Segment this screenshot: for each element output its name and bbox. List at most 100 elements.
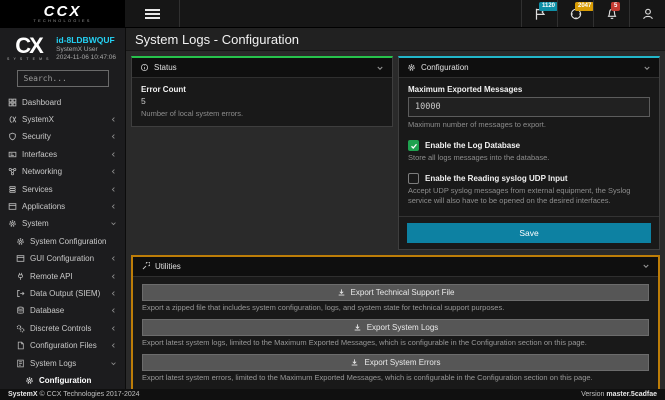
- sidebar-item-remote-api[interactable]: Remote API: [0, 267, 125, 284]
- sidebar-item-system-configuration[interactable]: System Configuration: [0, 233, 125, 250]
- chevron-left-icon: [111, 343, 115, 348]
- sidebar-item-system[interactable]: System: [0, 215, 125, 232]
- menu-toggle-button[interactable]: [125, 0, 180, 27]
- download-icon: [354, 323, 361, 330]
- util-button-label: Export Technical Support File: [350, 287, 455, 297]
- sidebar-item-discrete-controls[interactable]: Discrete Controls: [0, 320, 125, 337]
- brand-logo-subtitle: TECHNOLOGIES: [33, 17, 92, 23]
- sidebar-item-database[interactable]: Database: [0, 302, 125, 319]
- chevron-left-icon: [111, 186, 115, 192]
- sidebar-item-data-output-siem[interactable]: Data Output (SIEM): [0, 285, 125, 302]
- footer-copyright: SystemX © CCX Technologies 2017-2024: [8, 391, 140, 398]
- sidebar-item-systemx[interactable]: SystemX: [0, 111, 125, 128]
- export-system-errors-button[interactable]: Export System Errors: [142, 353, 649, 371]
- sidebar-item-applications[interactable]: Applications: [0, 198, 125, 215]
- syslog-udp-checkbox-row[interactable]: Enable the Reading syslog UDP Input: [408, 173, 650, 185]
- sidebar-item-services[interactable]: Services: [0, 180, 125, 197]
- dial-count-badge: 2047: [575, 2, 595, 11]
- export-technical-support-file-button[interactable]: Export Technical Support File: [142, 283, 649, 301]
- notifications-button[interactable]: 5: [593, 0, 629, 27]
- chevron-left-icon: [111, 256, 115, 261]
- wrench-icon: [142, 261, 150, 269]
- utilities-panel: Utilities Export Technical Support File …: [131, 254, 660, 389]
- flags-button[interactable]: 1120: [521, 0, 559, 27]
- chevron-left-icon: [111, 308, 115, 314]
- chevron-down-icon: [111, 361, 116, 365]
- chevron-left-icon: [111, 204, 115, 209]
- utilities-panel-title: Utilities: [155, 261, 181, 271]
- data-output-icon: [17, 289, 25, 297]
- flags-count-badge: 1120: [539, 2, 559, 11]
- util-help-text: Export latest system logs, limited to th…: [142, 337, 587, 347]
- user-account-button[interactable]: [629, 0, 665, 27]
- shield-icon: [9, 133, 16, 141]
- chevron-down-icon: [377, 66, 383, 70]
- window-icon: [8, 203, 17, 210]
- utilities-panel-header[interactable]: Utilities: [133, 256, 658, 277]
- top-bar: CCX TECHNOLOGIES 1120 2047 5: [0, 0, 665, 28]
- cx-logo-text: CX: [15, 33, 44, 58]
- error-count-value: 5: [141, 96, 146, 106]
- sidebar-item-interfaces[interactable]: Interfaces: [0, 146, 125, 163]
- info-icon: [140, 63, 149, 72]
- sidebar-item-configuration[interactable]: Configuration: [0, 372, 125, 389]
- status-panel: Status Error Count 5 Number of local sys…: [131, 56, 393, 128]
- export-system-logs-button[interactable]: Export System Logs: [142, 318, 649, 336]
- brand-logo-text: CCX: [43, 2, 82, 20]
- sidebar-item-label: Security: [22, 132, 51, 142]
- user-info-panel: CX S Y S T E M S id-8LDBWQUF SystemX Use…: [0, 28, 125, 66]
- sidebar-item-label: Applications: [22, 202, 66, 212]
- log-database-checkbox-row[interactable]: Enable the Log Database: [408, 140, 650, 152]
- sidebar-item-security[interactable]: Security: [0, 128, 125, 145]
- sidebar-item-label: Dashboard: [22, 97, 62, 107]
- sidebar-item-label: Configuration Files: [30, 341, 97, 351]
- sidebar-item-label: System Configuration: [30, 236, 107, 246]
- save-button[interactable]: Save: [407, 222, 651, 243]
- max-exported-help: Maximum number of messages to export.: [408, 120, 546, 129]
- chevron-left-icon: [111, 134, 115, 140]
- sidebar-item-dashboard[interactable]: Dashboard: [0, 94, 125, 111]
- syslog-udp-checkbox[interactable]: [408, 173, 419, 185]
- sidebar-item-label: Database: [30, 306, 65, 316]
- dial-button[interactable]: 2047: [557, 0, 595, 27]
- configuration-panel: Configuration Maximum Exported Messages …: [398, 56, 660, 250]
- sidebar-item-label: Configuration: [39, 375, 92, 385]
- sidebar-item-label: Interfaces: [22, 149, 58, 159]
- systemx-icon: [9, 116, 17, 123]
- user-role: SystemX User: [56, 46, 98, 54]
- sidebar-item-label: Discrete Controls: [30, 323, 92, 333]
- chevron-left-icon: [111, 152, 115, 157]
- chevron-down-icon: [111, 222, 116, 226]
- person-icon: [642, 8, 653, 19]
- gear-icon: [9, 220, 16, 228]
- stack-icon: [9, 185, 16, 193]
- sidebar-item-gui-configuration[interactable]: GUI Configuration: [0, 250, 125, 267]
- util-button-label: Export System Errors: [364, 357, 441, 367]
- sidebar-item-label: SystemX: [22, 115, 55, 125]
- sidebar-item-label: System Logs: [30, 358, 77, 368]
- error-count-label: Error Count: [141, 85, 186, 94]
- error-count-help: Number of local system errors.: [141, 109, 244, 118]
- max-exported-label: Maximum Exported Messages: [408, 85, 523, 94]
- download-icon: [338, 288, 344, 295]
- cx-logo-subtitle: S Y S T E M S: [7, 57, 51, 61]
- user-timestamp: 2024-11-06 10:47:06: [56, 54, 116, 62]
- chevron-left-icon: [111, 273, 115, 279]
- chevron-left-icon: [111, 291, 115, 296]
- interfaces-icon: [8, 151, 17, 158]
- network-icon: [8, 168, 17, 176]
- util-help-text: Export a zipped file that includes syste…: [142, 302, 505, 312]
- sidebar-item-networking[interactable]: Networking: [0, 163, 125, 180]
- file-icon: [17, 341, 24, 350]
- log-database-checkbox[interactable]: [408, 140, 419, 152]
- search-input[interactable]: [16, 69, 109, 87]
- status-panel-header[interactable]: Status: [132, 58, 392, 78]
- max-exported-input[interactable]: [408, 97, 650, 117]
- footer-version-value: master.5cadfae: [606, 391, 657, 398]
- configuration-panel-header[interactable]: Configuration: [399, 58, 659, 78]
- check-icon: [410, 143, 417, 149]
- sidebar-item-label: Remote API: [30, 271, 73, 281]
- window-icon: [16, 255, 25, 262]
- sidebar-item-configuration-files[interactable]: Configuration Files: [0, 337, 125, 354]
- sidebar-item-system-logs[interactable]: System Logs: [0, 354, 125, 371]
